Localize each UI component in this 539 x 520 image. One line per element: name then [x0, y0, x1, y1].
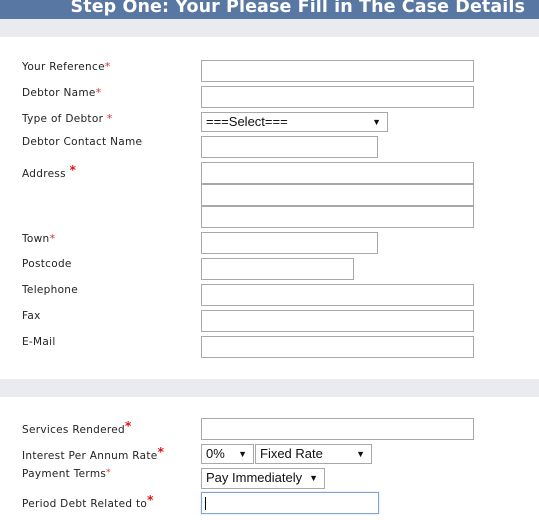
text-cursor — [205, 497, 206, 510]
required-mark: * — [69, 163, 77, 177]
fax-label: Fax — [22, 310, 41, 322]
required-mark: * — [104, 60, 111, 73]
required-mark: * — [106, 468, 111, 478]
interest-rate-selected: 0% — [206, 446, 225, 461]
interest-rate-select[interactable]: 0% ▼ — [201, 444, 254, 464]
services-rendered-label: Services Rendered* — [22, 419, 132, 436]
debtor-contact-name-input[interactable] — [201, 136, 378, 158]
chevron-down-icon: ▼ — [372, 117, 381, 127]
telephone-label: Telephone — [22, 284, 79, 296]
page-title: Step One: Your Please Fill in The Case D… — [70, 0, 525, 17]
required-mark: * — [49, 232, 56, 245]
debtor-contact-name-label: Debtor Contact Name — [22, 136, 143, 148]
chevron-down-icon: ▼ — [309, 473, 318, 483]
town-input[interactable] — [201, 232, 378, 254]
services-rendered-input[interactable] — [201, 418, 474, 440]
your-reference-label: Your Reference* — [22, 60, 111, 73]
email-label: E-Mail — [22, 336, 56, 348]
payment-terms-select[interactable]: Pay Immediately ▼ — [201, 468, 325, 489]
required-mark: * — [147, 493, 154, 507]
section-divider-top — [0, 19, 539, 37]
your-reference-input[interactable] — [201, 60, 474, 82]
fax-input[interactable] — [201, 310, 474, 332]
chevron-down-icon: ▼ — [356, 449, 365, 459]
type-of-debtor-label: Type of Debtor * — [22, 112, 113, 125]
type-of-debtor-select[interactable]: ===Select=== ▼ — [201, 112, 388, 132]
section-divider-middle — [0, 379, 539, 397]
page-header: Step One: Your Please Fill in The Case D… — [0, 0, 539, 19]
postcode-label: Postcode — [22, 258, 72, 270]
required-mark: * — [95, 86, 102, 99]
interest-type-select[interactable]: Fixed Rate ▼ — [255, 444, 372, 464]
required-mark: * — [125, 419, 132, 433]
address-line-3-input[interactable] — [201, 206, 474, 228]
required-mark: * — [157, 445, 165, 459]
postcode-input[interactable] — [201, 258, 354, 280]
chevron-down-icon: ▼ — [238, 449, 247, 459]
debtor-name-input[interactable] — [201, 86, 474, 108]
payment-terms-selected: Pay Immediately — [206, 470, 303, 485]
type-of-debtor-selected: ===Select=== — [206, 114, 288, 129]
payment-terms-label: Payment Terms* — [22, 468, 111, 480]
address-line-2-input[interactable] — [201, 184, 474, 206]
period-debt-label: Period Debt Related to* — [22, 493, 154, 510]
interest-rate-label: Interest Per Annum Rate* — [22, 445, 165, 462]
town-label: Town* — [22, 232, 56, 245]
telephone-input[interactable] — [201, 284, 474, 306]
debtor-name-label: Debtor Name* — [22, 86, 102, 99]
address-label: Address * — [22, 163, 77, 180]
address-line-1-input[interactable] — [201, 162, 474, 184]
interest-type-selected: Fixed Rate — [260, 446, 323, 461]
required-mark: * — [106, 112, 113, 125]
email-input[interactable] — [201, 336, 474, 358]
period-debt-input[interactable] — [201, 492, 379, 514]
